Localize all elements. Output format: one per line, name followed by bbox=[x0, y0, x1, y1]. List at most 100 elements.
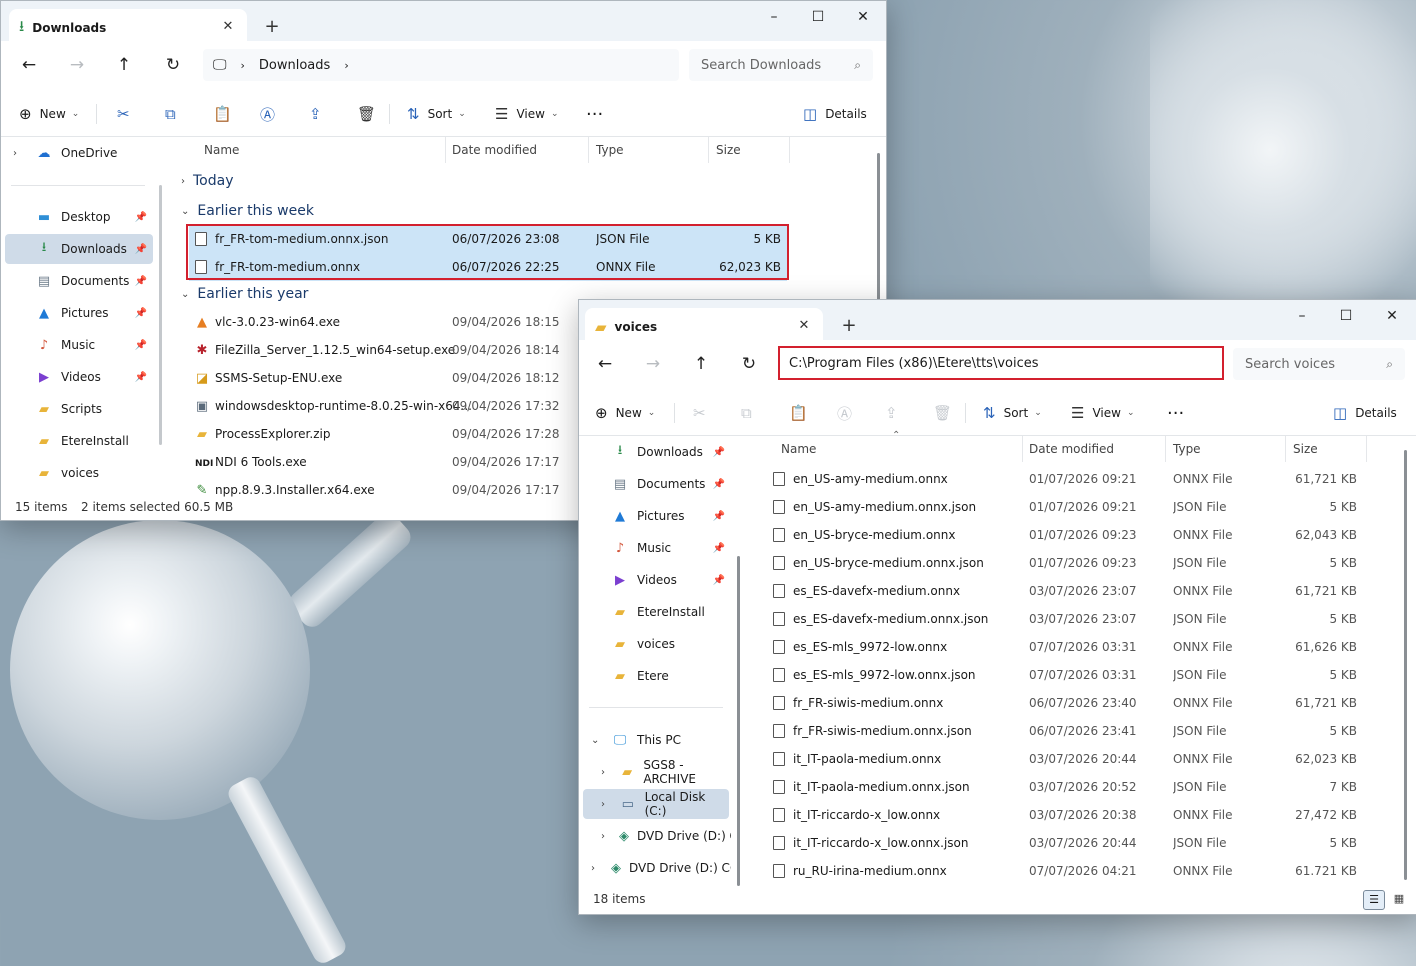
column-header-name[interactable]: Name bbox=[196, 137, 446, 163]
file-row[interactable]: en_US-bryce-medium.onnx.json 01/07/2026 0… bbox=[767, 549, 1365, 577]
share-button[interactable]: ⇪ bbox=[885, 391, 906, 435]
sort-button[interactable]: ⇅ Sort ⌄ bbox=[407, 92, 466, 136]
view-button[interactable]: ☰ View ⌄ bbox=[1071, 391, 1134, 435]
cut-button[interactable]: ✂ bbox=[693, 391, 714, 435]
back-button[interactable]: ← bbox=[13, 49, 45, 81]
file-row[interactable]: it_IT-paola-medium.onnx 03/07/2026 20:44 O… bbox=[767, 745, 1365, 773]
group-earlier-this-year[interactable]: ⌄ Earlier this year bbox=[181, 284, 308, 304]
column-header-size[interactable]: Size bbox=[1285, 436, 1367, 462]
copy-button[interactable]: ⧉ bbox=[165, 92, 184, 136]
tiles-view-toggle[interactable]: ▦ bbox=[1389, 890, 1409, 908]
paste-button[interactable]: 📋 bbox=[789, 391, 816, 435]
close-tab-icon[interactable]: ✕ bbox=[795, 317, 813, 335]
file-row[interactable]: it_IT-riccardo-x_low.onnx 03/07/2026 20:3… bbox=[767, 801, 1365, 829]
close-window-button[interactable]: ✕ bbox=[840, 1, 886, 33]
minimize-button[interactable]: – bbox=[1279, 300, 1325, 332]
up-button[interactable]: ↑ bbox=[108, 49, 140, 81]
delete-button[interactable]: 🗑 bbox=[357, 92, 384, 136]
details-button[interactable]: ◫ Details bbox=[803, 92, 867, 136]
nav-etereinstall[interactable]: ▰ EtereInstall bbox=[583, 597, 731, 627]
file-row[interactable]: fr_FR-siwis-medium.onnx.json 06/07/2026 2… bbox=[767, 717, 1365, 745]
breadcrumb-downloads[interactable]: Downloads bbox=[259, 58, 330, 73]
nav-onedrive[interactable]: › ☁ OneDrive bbox=[5, 138, 153, 168]
group-earlier-this-week[interactable]: ⌄ Earlier this week bbox=[181, 201, 314, 221]
nav-videos[interactable]: ▶ Videos 📌 bbox=[583, 565, 731, 595]
more-options-button[interactable]: ··· bbox=[586, 92, 603, 136]
content-scrollbar[interactable] bbox=[1404, 450, 1407, 880]
nav-music[interactable]: ♪ Music 📌 bbox=[5, 330, 153, 360]
nav-documents[interactable]: ▤ Documents 📌 bbox=[5, 266, 153, 296]
minimize-button[interactable]: – bbox=[751, 1, 797, 33]
file-date: 07/07/2026 03:31 bbox=[1029, 668, 1137, 682]
delete-button[interactable]: 🗑 bbox=[933, 391, 960, 435]
copy-button[interactable]: ⧉ bbox=[741, 391, 760, 435]
file-row[interactable]: es_ES-davefx-medium.onnx 03/07/2026 23:07… bbox=[767, 577, 1365, 605]
nav-voices[interactable]: ▰ voices bbox=[5, 458, 153, 488]
file-row[interactable]: es_ES-mls_9972-low.onnx 07/07/2026 03:31 O… bbox=[767, 633, 1365, 661]
nav-voices[interactable]: ▰ voices bbox=[583, 629, 731, 659]
cut-button[interactable]: ✂ bbox=[117, 92, 138, 136]
new-tab-button[interactable]: + bbox=[837, 314, 861, 338]
column-header-type[interactable]: Type bbox=[1165, 436, 1286, 462]
new-tab-button[interactable]: + bbox=[260, 15, 284, 39]
file-row[interactable]: es_ES-mls_9972-low.onnx.json 07/07/2026 0… bbox=[767, 661, 1365, 689]
column-header-name[interactable]: Name bbox=[773, 436, 1023, 462]
forward-button[interactable]: → bbox=[637, 348, 669, 380]
nav-scripts[interactable]: ▰ Scripts bbox=[5, 394, 153, 424]
search-input[interactable]: Search Downloads ⌕ bbox=[689, 49, 873, 81]
nav-documents[interactable]: ▤ Documents 📌 bbox=[583, 469, 731, 499]
share-button[interactable]: ⇪ bbox=[309, 92, 330, 136]
address-bar[interactable]: 🖵 › Downloads › bbox=[203, 49, 679, 81]
close-window-button[interactable]: ✕ bbox=[1369, 300, 1415, 332]
details-view-toggle[interactable]: ☰ bbox=[1363, 890, 1385, 910]
nav-drive-dvd-1[interactable]: › ◈ DVD Drive (D:) CC bbox=[583, 821, 731, 851]
file-row[interactable]: it_IT-paola-medium.onnx.json 03/07/2026 2… bbox=[767, 773, 1365, 801]
more-options-button[interactable]: ··· bbox=[1167, 391, 1184, 435]
view-button[interactable]: ☰ View ⌄ bbox=[495, 92, 558, 136]
nav-pictures[interactable]: ▲ Pictures 📌 bbox=[583, 501, 731, 531]
sort-button[interactable]: ⇅ Sort ⌄ bbox=[983, 391, 1042, 435]
nav-videos[interactable]: ▶ Videos 📌 bbox=[5, 362, 153, 392]
refresh-button[interactable]: ↻ bbox=[157, 49, 189, 81]
new-button[interactable]: ⊕ New ⌄ bbox=[19, 92, 79, 136]
file-row[interactable]: es_ES-davefx-medium.onnx.json 03/07/2026 … bbox=[767, 605, 1365, 633]
nav-scrollbar[interactable] bbox=[159, 185, 162, 445]
file-row[interactable]: ru_RU-irina-medium.onnx 07/07/2026 04:21 O… bbox=[767, 857, 1365, 885]
file-row[interactable]: it_IT-riccardo-x_low.onnx.json 03/07/2026… bbox=[767, 829, 1365, 857]
file-row[interactable]: en_US-amy-medium.onnx.json 01/07/2026 09:… bbox=[767, 493, 1365, 521]
new-button[interactable]: ⊕ New ⌄ bbox=[595, 391, 655, 435]
nav-scrollbar[interactable] bbox=[737, 556, 740, 886]
maximize-button[interactable]: ☐ bbox=[1323, 300, 1369, 332]
paste-button[interactable]: 📋 bbox=[213, 92, 240, 136]
nav-pictures[interactable]: ▲ Pictures 📌 bbox=[5, 298, 153, 328]
nav-drive-sgs8[interactable]: › ▰ SGS8 - ARCHIVE bbox=[583, 757, 731, 787]
nav-drive-local-c[interactable]: › ▭ Local Disk (C:) bbox=[583, 789, 729, 819]
up-button[interactable]: ↑ bbox=[685, 348, 717, 380]
file-row[interactable]: en_US-bryce-medium.onnx 01/07/2026 09:23 O… bbox=[767, 521, 1365, 549]
back-button[interactable]: ← bbox=[589, 348, 621, 380]
group-today[interactable]: › Today bbox=[181, 171, 234, 191]
nav-music[interactable]: ♪ Music 📌 bbox=[583, 533, 731, 563]
nav-etereinstall[interactable]: ▰ EtereInstall bbox=[5, 426, 153, 456]
nav-label: Downloads bbox=[637, 445, 703, 459]
nav-drive-dvd-2[interactable]: › ◈ DVD Drive (D:) CCC bbox=[583, 853, 731, 883]
column-header-date[interactable]: Date modified bbox=[1021, 436, 1166, 462]
forward-button[interactable]: → bbox=[61, 49, 93, 81]
refresh-button[interactable]: ↻ bbox=[733, 348, 765, 380]
column-header-type[interactable]: Type bbox=[588, 137, 709, 163]
search-input[interactable]: Search voices ⌕ bbox=[1233, 348, 1405, 380]
rename-button[interactable]: Ⓐ bbox=[837, 391, 860, 435]
file-row[interactable]: en_US-amy-medium.onnx 01/07/2026 09:21 ONN… bbox=[767, 465, 1365, 493]
details-button[interactable]: ◫ Details bbox=[1333, 391, 1397, 435]
column-header-date[interactable]: Date modified bbox=[444, 137, 589, 163]
nav-etere[interactable]: ▰ Etere bbox=[583, 661, 731, 691]
maximize-button[interactable]: ☐ bbox=[795, 1, 841, 33]
nav-desktop[interactable]: ▬ Desktop 📌 bbox=[5, 202, 153, 232]
file-row[interactable]: fr_FR-siwis-medium.onnx 06/07/2026 23:40 O… bbox=[767, 689, 1365, 717]
nav-downloads[interactable]: ⭳ Downloads 📌 bbox=[583, 437, 731, 467]
rename-button[interactable]: Ⓐ bbox=[260, 92, 283, 136]
nav-this-pc[interactable]: ⌄ 🖵 This PC bbox=[583, 725, 731, 755]
close-tab-icon[interactable]: ✕ bbox=[219, 18, 237, 36]
nav-downloads[interactable]: ⭳ Downloads 📌 bbox=[5, 234, 153, 264]
column-header-size[interactable]: Size bbox=[708, 137, 790, 163]
